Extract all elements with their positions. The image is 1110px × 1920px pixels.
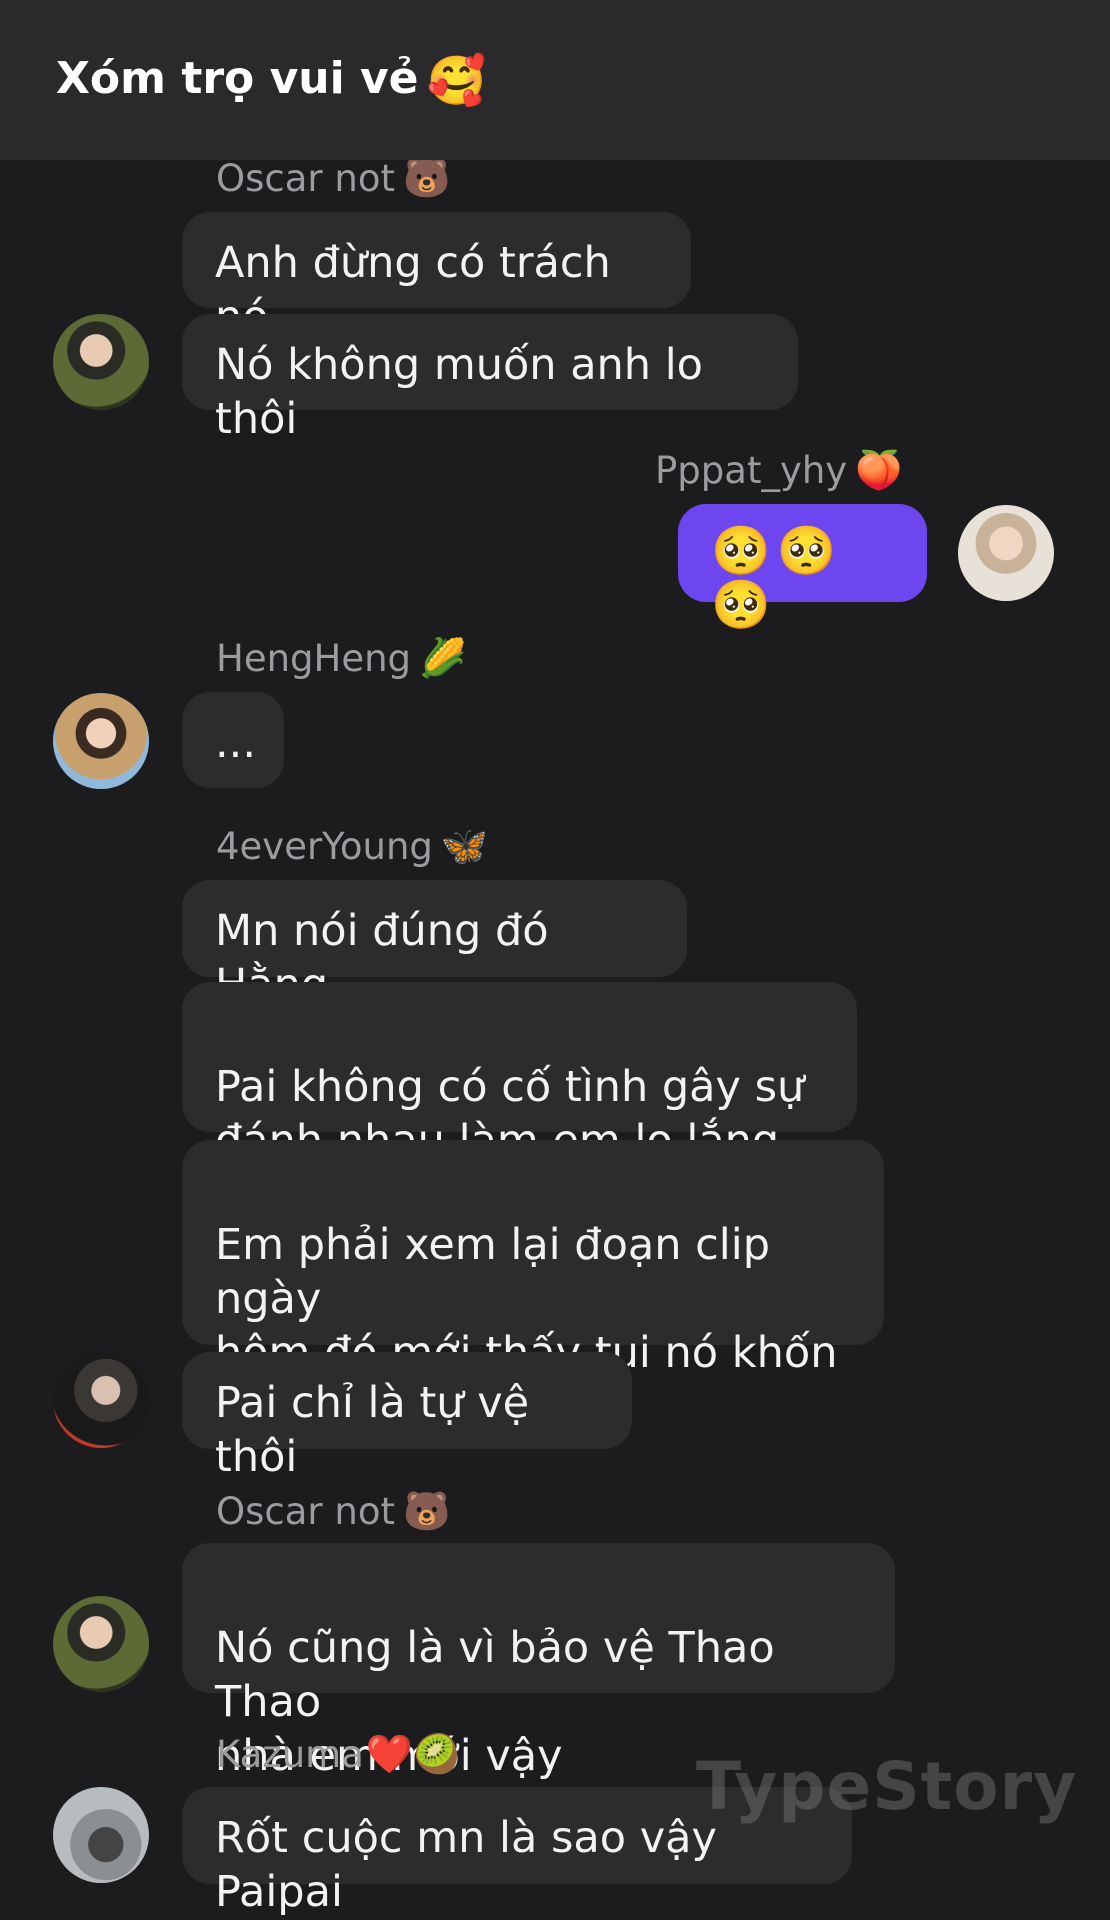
avatar[interactable] [53,693,149,789]
sender-name: Oscar not 🐻 [216,1489,451,1533]
sender-name: Kazuma❤️🥝 [216,1732,461,1776]
message-bubble[interactable]: ... [182,692,284,788]
avatar[interactable] [53,314,149,410]
sender-name: Pppat_yhy 🍑 [655,448,903,492]
bear-icon: 🐻 [402,156,451,200]
message-bubble[interactable]: Nó cũng là vì bảo vệ Thao Thao nhà em mớ… [182,1543,895,1781]
butterfly-icon: 🦋 [440,824,489,868]
message-bubble-own[interactable]: 🥺🥺🥺 [678,504,927,632]
message-bubble[interactable]: Em phải xem lại đoạn clip ngày hôm đó mớ… [182,1140,884,1432]
message-bubble[interactable]: Pai không có cố tình gây sự đánh nhau là… [182,982,857,1220]
smiling-face-hearts-icon: 🥰 [426,53,487,109]
sender-name: 4everYoung 🦋 [216,824,489,868]
avatar[interactable] [53,1352,149,1448]
message-bubble[interactable]: Pai chỉ là tự vệ thôi [182,1352,632,1482]
chat-header: Xóm trọ vui vẻ 🥰 [0,0,1110,160]
heart-kiwi-icon: ❤️🥝 [365,1732,461,1776]
chat-title-text: Xóm trọ vui vẻ [56,53,419,104]
bear-icon: 🐻 [402,1489,451,1533]
sender-name: Oscar not 🐻 [216,156,451,200]
avatar[interactable] [958,505,1054,601]
peach-icon: 🍑 [855,448,903,492]
message-bubble[interactable]: Nó không muốn anh lo thôi [182,314,798,444]
pleading-face-icon: 🥺🥺🥺 [711,523,843,633]
chat-title[interactable]: Xóm trọ vui vẻ 🥰 [56,52,486,109]
watermark: TypeStory [696,1748,1078,1825]
sender-name: HengHeng 🌽 [216,636,467,680]
message-bubble[interactable]: Mn nói đúng đó Hằng [182,880,687,1010]
avatar[interactable] [53,1787,149,1883]
avatar[interactable] [53,1596,149,1692]
message-bubble[interactable]: Anh đừng có trách nó [182,212,691,342]
corn-icon: 🌽 [419,636,467,680]
